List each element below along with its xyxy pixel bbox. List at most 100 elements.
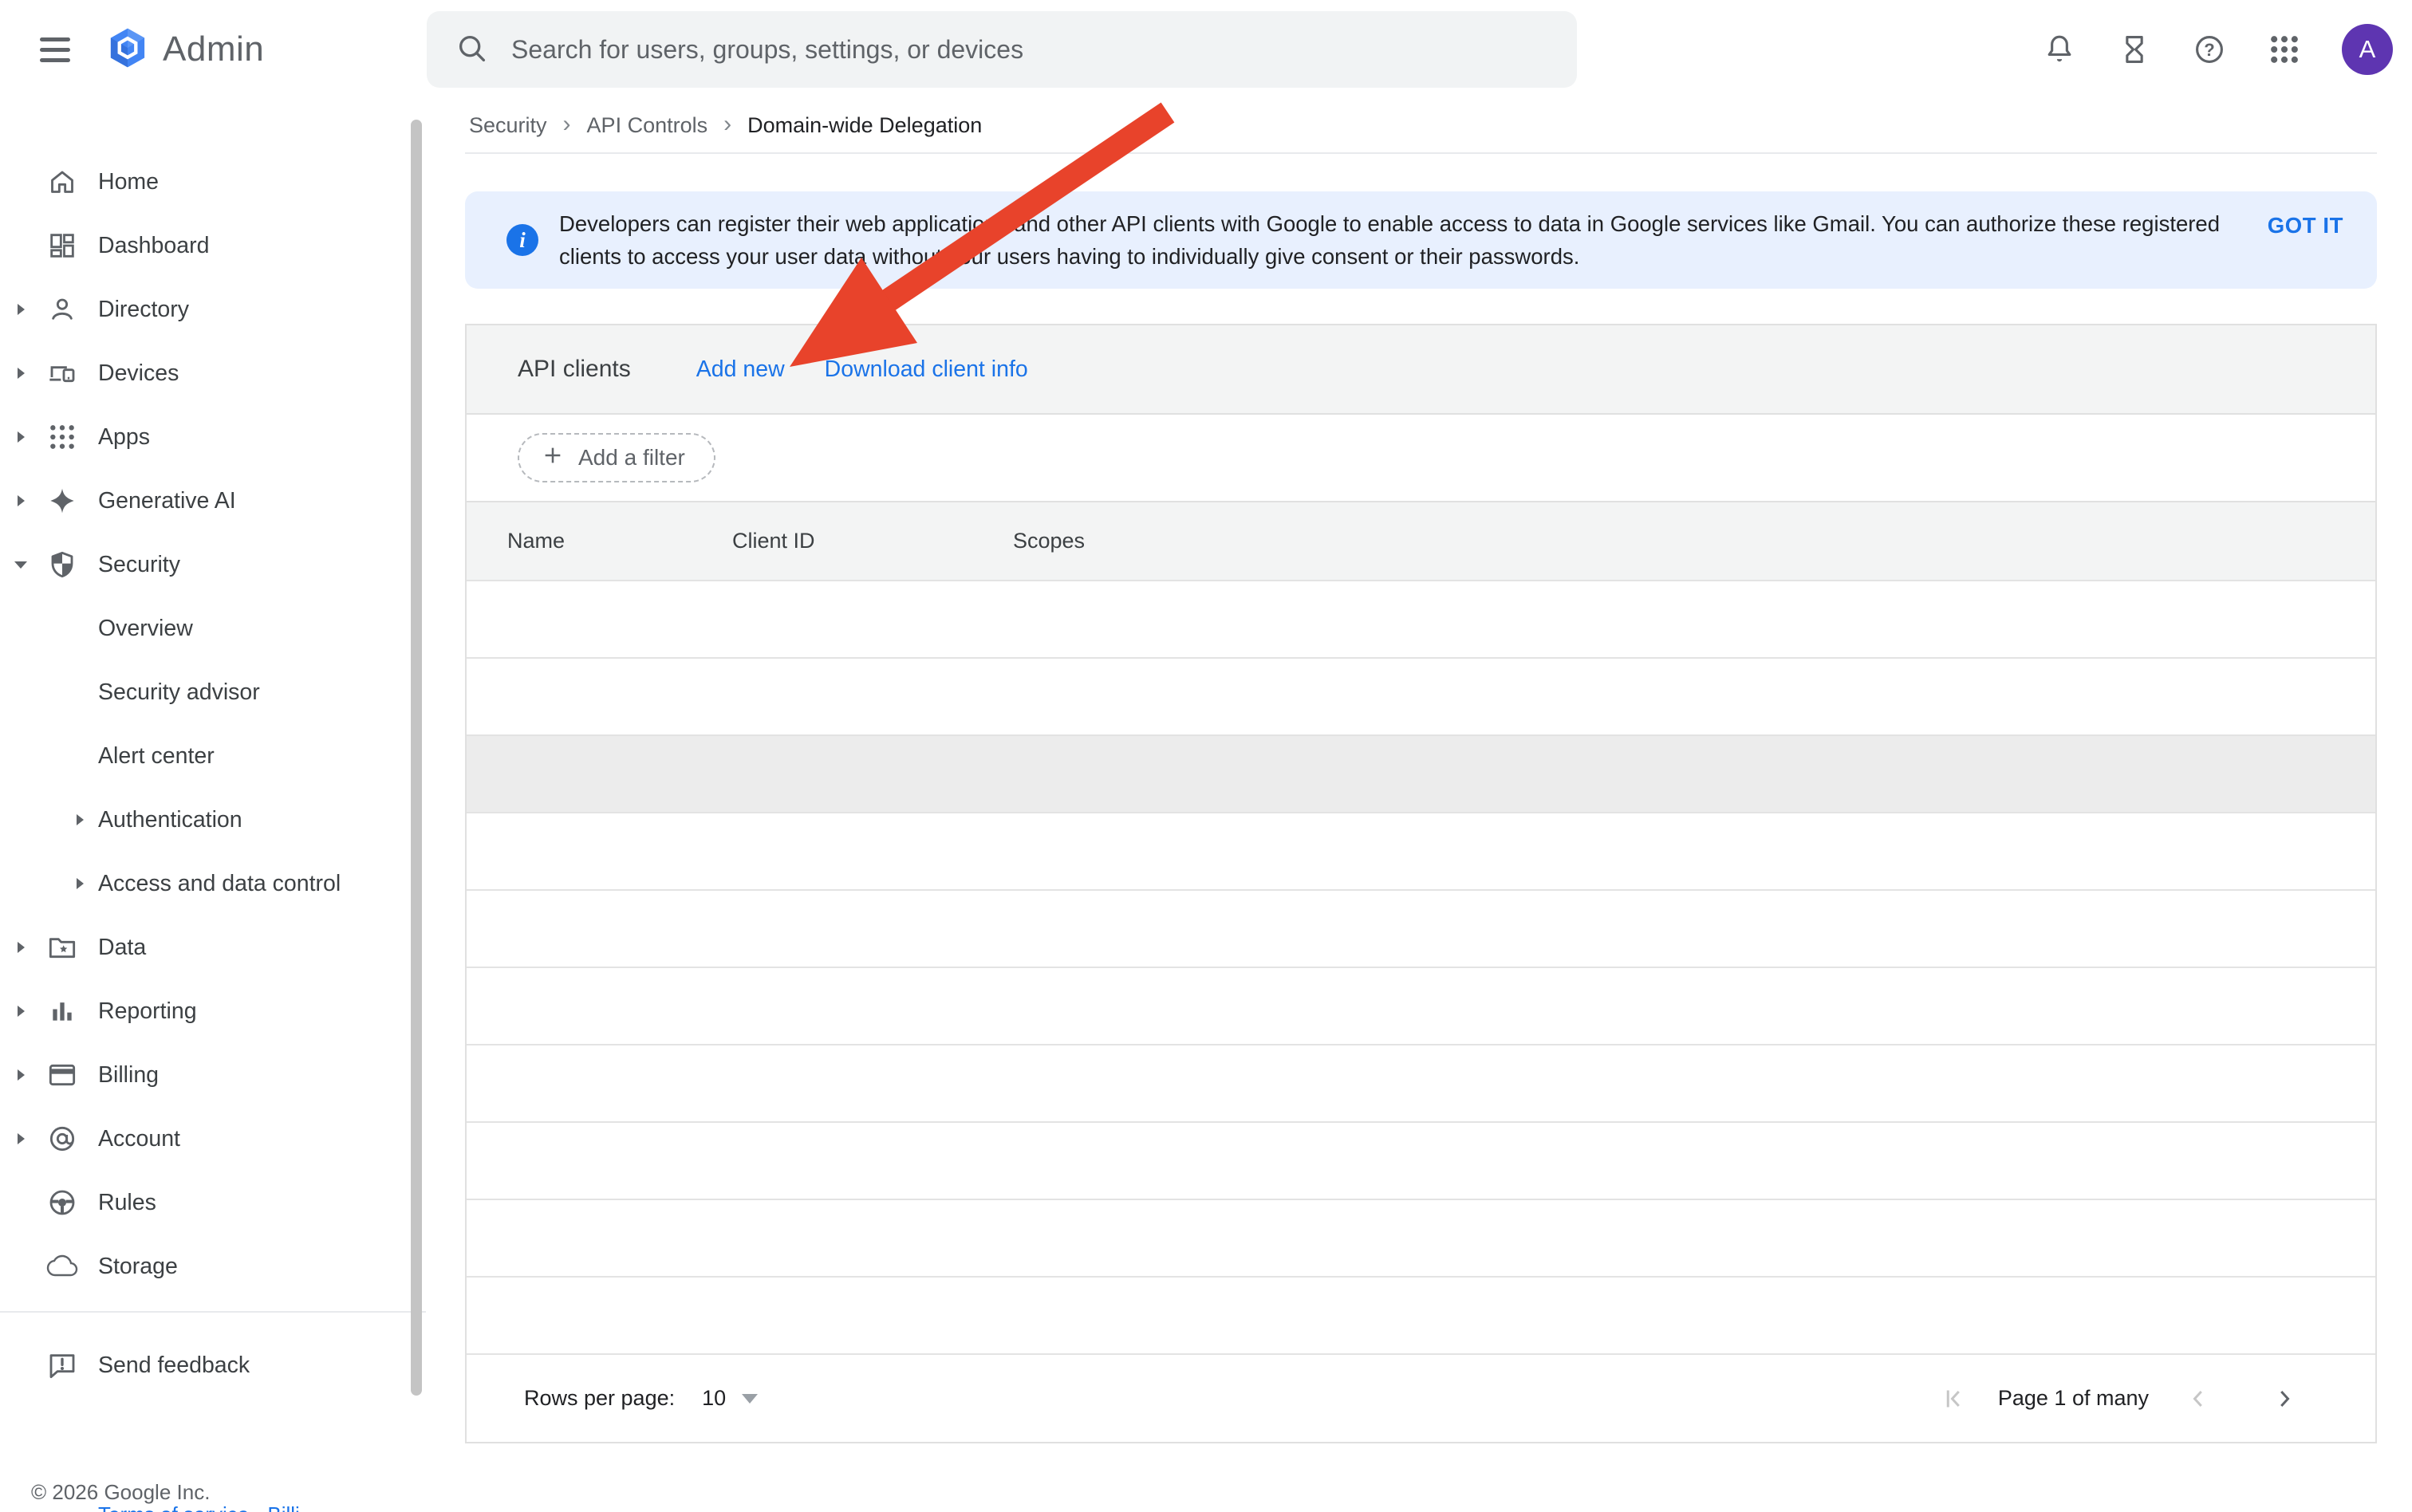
table-row bbox=[467, 1199, 2375, 1276]
data-folder-icon bbox=[46, 931, 78, 963]
topbar: Admin bbox=[0, 0, 2412, 99]
info-banner: i Developers can register their web appl… bbox=[465, 191, 2377, 289]
admin-hexagon-icon bbox=[107, 27, 148, 73]
next-page-icon[interactable] bbox=[2270, 1384, 2299, 1413]
sidebar-item-home[interactable]: Home bbox=[0, 150, 426, 214]
google-admin-console: Admin bbox=[0, 0, 2412, 1512]
chevron-right-icon: › bbox=[563, 112, 571, 140]
table-header: Name Client ID Scopes bbox=[467, 502, 2375, 580]
expand-arrow-icon[interactable] bbox=[77, 878, 84, 889]
notifications-bell-icon[interactable] bbox=[2042, 32, 2077, 67]
expand-arrow-icon[interactable] bbox=[18, 1069, 25, 1081]
account-avatar[interactable]: A bbox=[2342, 24, 2393, 75]
billing-icon bbox=[46, 1059, 78, 1091]
breadcrumb-link-security[interactable]: Security bbox=[469, 113, 547, 138]
apps-grid-icon[interactable] bbox=[2267, 32, 2302, 67]
add-new-link[interactable]: Add new bbox=[696, 356, 785, 383]
expand-arrow-icon[interactable] bbox=[18, 304, 25, 315]
caret-down-icon bbox=[742, 1394, 758, 1404]
download-client-info-link[interactable]: Download client info bbox=[825, 356, 1028, 383]
sidebar: Home Dashboard Directory Devices AppsGenerat… bbox=[0, 99, 426, 1512]
sidebar-item-dashboard[interactable]: Dashboard bbox=[0, 214, 426, 278]
sidebar-item-security[interactable]: Security bbox=[0, 533, 426, 597]
devices-icon bbox=[46, 357, 78, 389]
table-row bbox=[467, 1276, 2375, 1353]
sidebar-item-label: Storage bbox=[98, 1254, 178, 1280]
home-icon bbox=[46, 166, 78, 198]
breadcrumb-link-api-controls[interactable]: API Controls bbox=[587, 113, 708, 138]
sidebar-item-label: Access and data control bbox=[98, 871, 341, 897]
expand-arrow-icon[interactable] bbox=[18, 942, 25, 953]
sidebar-item-generative-ai[interactable]: Generative AI bbox=[0, 469, 426, 533]
apps-icon bbox=[46, 421, 78, 453]
menu-button[interactable] bbox=[40, 37, 73, 62]
sidebar-item-label: Overview bbox=[98, 616, 193, 642]
table-row bbox=[467, 1044, 2375, 1121]
sidebar-item-billing[interactable]: Billing bbox=[0, 1043, 426, 1107]
sidebar-item-label: Security advisor bbox=[98, 679, 260, 706]
search-icon bbox=[454, 30, 489, 69]
app-title: Admin bbox=[163, 30, 264, 69]
sidebar-item-directory[interactable]: Directory bbox=[0, 278, 426, 341]
sidebar-item-alert-center[interactable]: Alert center bbox=[0, 724, 426, 788]
pagination-controls: Page 1 of many bbox=[1939, 1384, 2299, 1413]
first-page-icon[interactable] bbox=[1939, 1384, 1968, 1413]
person-icon bbox=[46, 293, 78, 325]
sidebar-item-authentication[interactable]: Authentication bbox=[0, 788, 426, 852]
help-icon[interactable]: ? bbox=[2192, 32, 2227, 67]
sidebar-item-label: Dashboard bbox=[98, 233, 209, 259]
dashboard-icon bbox=[46, 230, 78, 262]
sparkle-icon bbox=[46, 485, 78, 517]
sidebar-divider bbox=[0, 1311, 426, 1313]
table-body bbox=[467, 580, 2375, 1353]
sidebar-item-devices[interactable]: Devices bbox=[0, 341, 426, 405]
admin-logo[interactable]: Admin bbox=[107, 27, 264, 73]
sidebar-item-label: Send feedback bbox=[98, 1353, 250, 1379]
expand-arrow-icon[interactable] bbox=[18, 368, 25, 379]
column-header-scopes[interactable]: Scopes bbox=[1013, 529, 2375, 553]
collapse-arrow-icon[interactable] bbox=[14, 561, 27, 569]
sidebar-item-label: Devices bbox=[98, 360, 179, 387]
sidebar-item-reporting[interactable]: Reporting bbox=[0, 979, 426, 1043]
expand-arrow-icon[interactable] bbox=[18, 495, 25, 506]
sidebar-item-apps[interactable]: Apps bbox=[0, 405, 426, 469]
api-clients-header: API clients Add new Download client info bbox=[467, 325, 2375, 415]
tasks-hourglass-icon[interactable] bbox=[2117, 32, 2152, 67]
table-row bbox=[467, 967, 2375, 1044]
expand-arrow-icon[interactable] bbox=[18, 1133, 25, 1144]
sidebar-item-storage[interactable]: Storage bbox=[0, 1234, 426, 1298]
expand-arrow-icon[interactable] bbox=[18, 1006, 25, 1017]
storage-icon bbox=[46, 1250, 78, 1282]
sidebar-item-overview[interactable]: Overview bbox=[0, 597, 426, 660]
search-input[interactable] bbox=[511, 35, 1550, 65]
column-header-client-id[interactable]: Client ID bbox=[732, 529, 1013, 553]
sidebar-item-access-and-data-control[interactable]: Access and data control bbox=[0, 852, 426, 915]
sidebar-scrollbar[interactable] bbox=[411, 120, 422, 1396]
sidebar-item-label: Reporting bbox=[98, 998, 197, 1025]
sidebar-item-account[interactable]: Account bbox=[0, 1107, 426, 1171]
got-it-button[interactable]: GOT IT bbox=[2268, 213, 2343, 238]
filter-bar: Add a filter bbox=[467, 415, 2375, 502]
rules-icon bbox=[46, 1187, 78, 1219]
table-row bbox=[467, 1121, 2375, 1199]
sidebar-item-security-advisor[interactable]: Security advisor bbox=[0, 660, 426, 724]
sidebar-item-label: Rules bbox=[98, 1190, 156, 1216]
sidebar-item-label: Alert center bbox=[98, 743, 215, 770]
sidebar-item-send-feedback[interactable]: Send feedback bbox=[0, 1333, 426, 1397]
rows-per-page-select[interactable]: 10 bbox=[702, 1386, 758, 1411]
sidebar-item-label: Security bbox=[98, 552, 180, 578]
column-header-name[interactable]: Name bbox=[507, 529, 732, 553]
feedback-icon bbox=[46, 1349, 78, 1381]
expand-arrow-icon[interactable] bbox=[18, 431, 25, 443]
sidebar-item-rules[interactable]: Rules bbox=[0, 1171, 426, 1234]
account-icon bbox=[46, 1123, 78, 1155]
expand-arrow-icon[interactable] bbox=[77, 814, 84, 825]
sidebar-item-label: Billing bbox=[98, 1062, 159, 1089]
sidebar-item-data[interactable]: Data bbox=[0, 915, 426, 979]
page-indicator: Page 1 of many bbox=[1998, 1386, 2149, 1411]
footer-links[interactable]: Terms of service - Billi bbox=[98, 1502, 300, 1512]
search-bar[interactable] bbox=[427, 11, 1577, 88]
previous-page-icon[interactable] bbox=[2184, 1384, 2213, 1413]
topbar-actions: ? A bbox=[2042, 0, 2393, 99]
add-filter-button[interactable]: Add a filter bbox=[518, 433, 715, 482]
